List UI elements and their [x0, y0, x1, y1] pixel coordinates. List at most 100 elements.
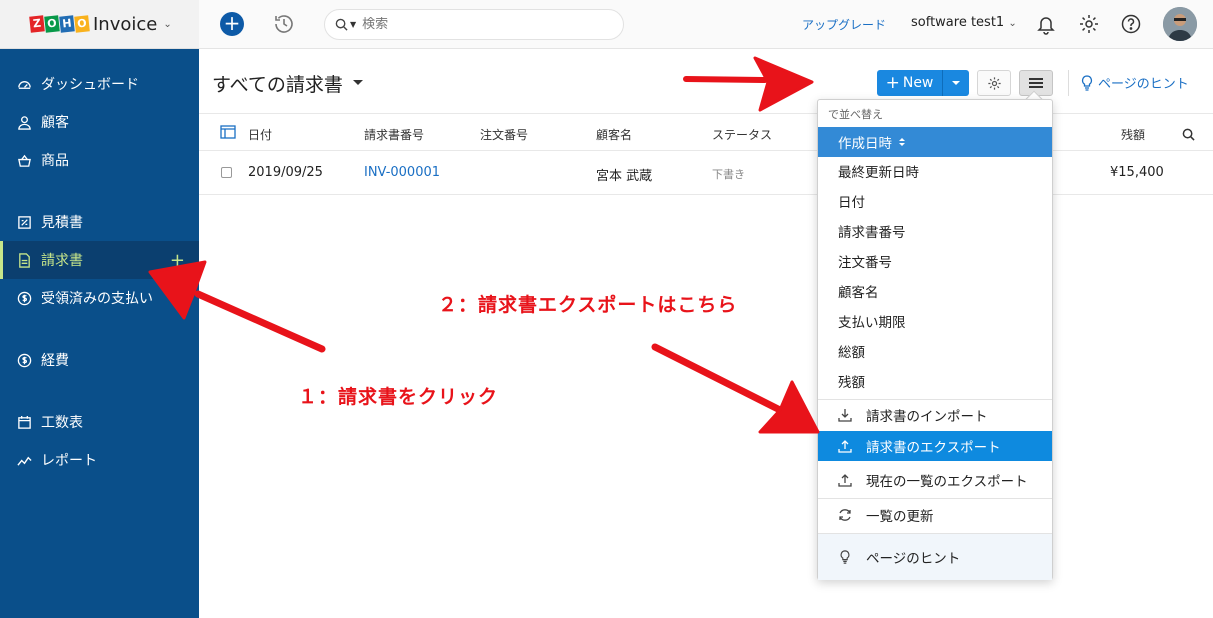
column-header-order-number[interactable]: 注文番号 — [480, 126, 528, 143]
cell-balance: ¥15,400 — [1110, 165, 1164, 180]
refresh-list-item[interactable]: 一覧の更新 — [818, 500, 1052, 530]
menu-divider — [818, 498, 1052, 499]
status-badge: 下書き — [712, 168, 745, 181]
sidebar-item-dashboard[interactable]: ダッシュボード — [0, 65, 199, 103]
menu-item-label: 残額 — [838, 375, 865, 391]
menu-item-label: 支払い期限 — [838, 315, 906, 331]
sort-by-heading: で並べ替え — [828, 108, 883, 121]
search-box[interactable]: ▼ — [324, 9, 624, 40]
basket-icon — [16, 152, 32, 168]
menu-item-label: 現在の一覧のエクスポート — [866, 474, 1028, 490]
page-hint-link[interactable]: ページのヒント — [1081, 73, 1189, 92]
sidebar-item-invoices[interactable]: 請求書 + — [0, 241, 199, 279]
sidebar-item-customers[interactable]: 顧客 — [0, 103, 199, 141]
menu-item-label: 請求書のインポート — [866, 409, 988, 425]
calendar-icon — [16, 414, 32, 430]
user-avatar[interactable] — [1163, 7, 1197, 41]
new-invoice-button[interactable]: + New — [877, 70, 969, 96]
chevron-down-icon[interactable]: ⌄ — [163, 19, 171, 30]
bell-icon[interactable] — [1035, 13, 1057, 35]
more-options-menu: で並べ替え 作成日時 最終更新日時 日付 請求書番号 注文番号 顧客名 支払い期… — [817, 99, 1053, 580]
upload-icon — [838, 474, 852, 487]
search-input[interactable] — [362, 17, 593, 32]
menu-item-label: 総額 — [838, 345, 865, 361]
sidebar-item-estimates[interactable]: 見積書 — [0, 203, 199, 241]
sidebar-item-label: 商品 — [41, 153, 69, 169]
menu-item-label: 注文番号 — [838, 255, 892, 271]
annotation-step1: １：請求書をクリック — [298, 386, 499, 408]
column-header-balance[interactable]: 残額 — [1121, 126, 1145, 143]
sidebar-item-expenses[interactable]: 経費 — [0, 341, 199, 379]
menu-item-label: 請求書のエクスポート — [866, 440, 1001, 456]
zoho-logo-mark: Z O H O — [29, 15, 90, 33]
column-header-status[interactable]: ステータス — [712, 126, 772, 143]
logo-letter: H — [59, 15, 75, 33]
sidebar-item-label: 請求書 — [41, 253, 83, 269]
export-invoices-item[interactable]: 請求書のエクスポート — [818, 431, 1052, 461]
column-header-date[interactable]: 日付 — [248, 126, 272, 143]
sidebar-item-timesheet[interactable]: 工数表 — [0, 403, 199, 441]
row-checkbox[interactable] — [221, 167, 232, 178]
column-header-invoice-number[interactable]: 請求書番号 — [364, 126, 424, 143]
view-switch-caret-icon[interactable] — [353, 80, 363, 85]
history-icon[interactable] — [273, 13, 295, 35]
page-hint-item[interactable]: ページのヒント — [818, 534, 1052, 580]
cell-invoice-number[interactable]: INV-000001 — [364, 165, 440, 180]
download-icon — [838, 409, 852, 422]
sidebar-item-label: 受領済みの支払い — [41, 291, 153, 307]
sidebar-nav: ダッシュボード 顧客 商品 見積書 請求書 + 受領済みの支払い 経費 工数表 … — [0, 49, 199, 479]
help-icon[interactable] — [1120, 13, 1142, 35]
org-name: software test1 — [911, 15, 1005, 30]
sort-option-created-time[interactable]: 作成日時 — [818, 127, 1052, 157]
upgrade-link[interactable]: アップグレード — [802, 16, 886, 33]
add-invoice-plus-icon[interactable]: + — [170, 250, 185, 271]
sidebar-item-label: 見積書 — [41, 215, 83, 231]
sidebar-item-reports[interactable]: レポート — [0, 441, 199, 479]
menu-item-label: 日付 — [838, 195, 865, 211]
menu-item-label: 顧客名 — [838, 285, 879, 301]
refresh-icon — [839, 509, 851, 521]
sidebar-item-label: 工数表 — [41, 415, 83, 431]
sort-option-due-date[interactable]: 支払い期限 — [818, 306, 1052, 336]
export-current-view-item[interactable]: 現在の一覧のエクスポート — [818, 465, 1052, 495]
sort-option-order-number[interactable]: 注文番号 — [818, 246, 1052, 276]
menu-item-label: 最終更新日時 — [838, 165, 919, 181]
sidebar-item-payments[interactable]: 受領済みの支払い — [0, 279, 199, 317]
menu-item-label: 作成日時 — [838, 136, 892, 152]
menu-item-label: 請求書番号 — [838, 225, 906, 241]
search-icon — [335, 18, 348, 31]
sidebar-item-items[interactable]: 商品 — [0, 141, 199, 179]
cell-customer: 宮本 武蔵 — [596, 169, 653, 184]
lightbulb-icon — [1081, 74, 1093, 91]
user-icon — [16, 114, 32, 130]
sidebar-item-label: ダッシュボード — [41, 77, 139, 93]
gear-icon — [987, 76, 1001, 90]
page-title[interactable]: すべての請求書 — [212, 70, 343, 97]
hint-label: ページのヒント — [1098, 77, 1189, 92]
sort-order-icon — [899, 138, 905, 146]
search-scope-caret-icon[interactable]: ▼ — [350, 20, 356, 29]
organization-switcher[interactable]: software test1 ⌄ — [911, 15, 1017, 30]
app-name: Invoice — [93, 13, 158, 35]
app-logo[interactable]: Z O H O Invoice ⌄ — [0, 0, 199, 49]
menu-item-label: ページのヒント — [866, 551, 961, 567]
new-dropdown-caret-icon[interactable] — [943, 70, 969, 96]
expense-icon — [16, 352, 32, 368]
sort-option-balance[interactable]: 残額 — [818, 366, 1052, 396]
settings-button[interactable] — [977, 70, 1011, 96]
column-header-customer[interactable]: 顧客名 — [596, 126, 632, 143]
gear-icon[interactable] — [1078, 13, 1100, 35]
sidebar-item-label: 経費 — [41, 353, 69, 369]
sort-option-date[interactable]: 日付 — [818, 186, 1052, 216]
sort-option-invoice-number[interactable]: 請求書番号 — [818, 216, 1052, 246]
column-chooser-icon[interactable] — [220, 125, 236, 139]
sidebar-item-label: レポート — [41, 453, 97, 469]
import-invoices-item[interactable]: 請求書のインポート — [818, 400, 1052, 430]
sort-option-total[interactable]: 総額 — [818, 336, 1052, 366]
quick-create-button[interactable]: + — [220, 12, 244, 36]
sort-option-last-modified[interactable]: 最終更新日時 — [818, 156, 1052, 186]
hamburger-menu-icon — [1029, 78, 1043, 88]
search-icon[interactable] — [1182, 128, 1195, 141]
table-row[interactable]: 2019/09/25 INV-000001 宮本 武蔵 下書き ¥15,400 — [199, 151, 1213, 195]
sort-option-customer[interactable]: 顧客名 — [818, 276, 1052, 306]
